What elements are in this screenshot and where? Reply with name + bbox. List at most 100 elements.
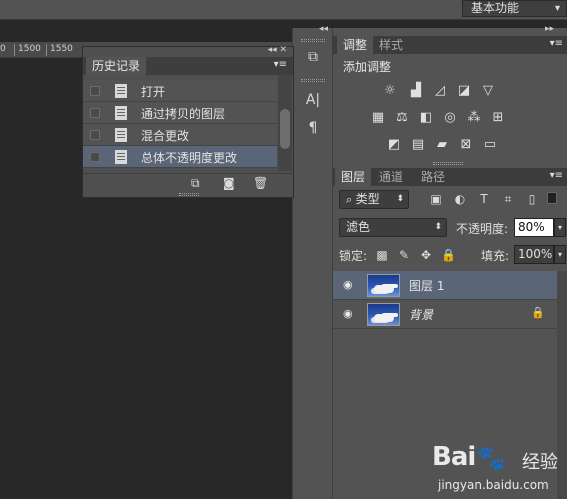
- chevron-icon: ⬍: [396, 194, 404, 204]
- ruler-label: 1500: [18, 44, 41, 54]
- history-panel: ◂◂ ✕ 历史记录 ▾≡ 打开 通过拷贝的图层 混合更改 总体不透明度更改 ⧉ …: [82, 45, 294, 198]
- adjustments-tab-row: 调整 样式 ▾≡: [333, 36, 567, 54]
- trash-icon[interactable]: 🗑: [253, 176, 268, 190]
- history-item[interactable]: 通过拷贝的图层: [83, 102, 277, 124]
- collapse-icon[interactable]: ◂◂: [319, 24, 328, 34]
- shape-filter-icon[interactable]: ⌗: [501, 192, 515, 206]
- fill-dropdown-icon[interactable]: ▾: [554, 245, 566, 264]
- posterize-icon[interactable]: ▤: [409, 137, 427, 153]
- history-footer: ⧉ ◙ 🗑: [83, 173, 293, 191]
- workspace-switcher[interactable]: 基本功能 ▾: [462, 0, 567, 17]
- layer-row[interactable]: ◉ 背景 🔒: [333, 300, 557, 329]
- chevron-down-icon: ▾: [554, 3, 560, 14]
- panel-menu-icon[interactable]: ▾≡: [550, 38, 563, 49]
- ruler-tick: [14, 44, 15, 56]
- snapshot-checkbox[interactable]: [90, 108, 100, 118]
- layer-filter-select[interactable]: ⌕ 类型 ⬍: [339, 190, 409, 209]
- snapshot-checkbox[interactable]: [90, 152, 100, 162]
- levels-icon[interactable]: ▟: [407, 83, 425, 99]
- pixel-filter-icon[interactable]: ▣: [429, 192, 443, 206]
- paragraph-icon[interactable]: ¶: [303, 118, 323, 138]
- layer-thumbnail: [367, 303, 400, 326]
- history-item-label: 通过拷贝的图层: [141, 107, 226, 121]
- selective-color-icon[interactable]: ⊠: [457, 137, 475, 153]
- exposure-icon[interactable]: ◪: [455, 83, 473, 99]
- adjustment-filter-icon[interactable]: ◐: [453, 192, 467, 206]
- blend-mode-select[interactable]: 滤色 ⬍: [339, 218, 447, 237]
- history-item[interactable]: 打开: [83, 80, 277, 102]
- chevron-icon: ⬍: [434, 222, 442, 232]
- curves-icon[interactable]: ◿: [431, 83, 449, 99]
- adjustments-title: 添加调整: [343, 60, 392, 74]
- new-document-from-state-icon[interactable]: ⧉: [191, 176, 200, 191]
- snapshot-checkbox[interactable]: [90, 130, 100, 140]
- grip-handle[interactable]: [433, 162, 463, 165]
- tab-adjustments[interactable]: 调整: [337, 36, 374, 54]
- history-item[interactable]: 混合更改: [83, 124, 277, 146]
- ruler-tick: [46, 44, 47, 56]
- lock-label: 锁定:: [339, 249, 368, 263]
- search-icon: ⌕: [346, 193, 356, 206]
- visibility-eye-icon[interactable]: ◉: [343, 278, 353, 291]
- vibrance-icon[interactable]: ▽: [479, 83, 497, 99]
- history-scrollbar[interactable]: [278, 75, 292, 171]
- layer-comps-icon[interactable]: ⧉: [303, 47, 323, 67]
- invert-icon[interactable]: ◩: [385, 137, 403, 153]
- tab-layers[interactable]: 图层: [335, 168, 372, 186]
- tab-styles[interactable]: 样式: [373, 36, 409, 54]
- character-icon[interactable]: A|: [303, 90, 323, 110]
- document-icon: [115, 84, 127, 98]
- camera-icon[interactable]: ◙: [223, 176, 235, 190]
- lock-move-icon[interactable]: ✥: [419, 248, 433, 262]
- panel-menu-icon[interactable]: ▾≡: [274, 59, 287, 70]
- gradient-map-icon[interactable]: ▭: [481, 137, 499, 153]
- history-item-label: 打开: [141, 85, 166, 99]
- layer-row-selected[interactable]: ◉ 图层 1: [333, 271, 557, 300]
- filter-toggle[interactable]: [547, 192, 557, 204]
- grip-handle[interactable]: [301, 79, 325, 82]
- lock-all-icon[interactable]: 🔒: [441, 248, 456, 262]
- layers-tab-row: 图层 通道 路径 ▾≡: [333, 168, 567, 186]
- collapse-icon[interactable]: ◂◂ ✕: [268, 45, 287, 55]
- color-balance-icon[interactable]: ⚖: [393, 110, 411, 126]
- baidu-jingyan-watermark: Bai 🐾 经验 jingyan.baidu.com: [432, 442, 567, 499]
- opacity-dropdown-icon[interactable]: ▾: [554, 218, 566, 237]
- history-tab-row: 历史记录 ▾≡: [83, 57, 293, 75]
- color-lookup-icon[interactable]: ⊞: [489, 110, 507, 126]
- tab-channels[interactable]: 通道: [373, 168, 409, 186]
- smart-object-filter-icon[interactable]: ▯: [525, 192, 539, 206]
- lock-icon: 🔒: [531, 306, 545, 319]
- blend-mode-value: 滤色: [346, 220, 371, 234]
- workspace-label: 基本功能: [471, 1, 520, 15]
- snapshot-checkbox[interactable]: [90, 86, 100, 96]
- fill-input[interactable]: 100%: [514, 245, 554, 264]
- visibility-eye-icon[interactable]: ◉: [343, 307, 353, 320]
- photo-filter-icon[interactable]: ◎: [441, 110, 459, 126]
- layer-filter-value: 类型: [355, 192, 380, 206]
- opacity-input[interactable]: 80%: [514, 218, 554, 237]
- ruler-label: 1550: [50, 44, 73, 54]
- channel-mixer-icon[interactable]: ⁂: [465, 110, 483, 126]
- threshold-icon[interactable]: ▰: [433, 137, 451, 153]
- history-item-label: 总体不透明度更改: [141, 151, 238, 165]
- collapsed-panel-strip: ◂◂ ⧉ A| ¶: [292, 24, 333, 499]
- brightness-contrast-icon[interactable]: ☼: [381, 83, 399, 99]
- lock-brush-icon[interactable]: ✎: [397, 248, 411, 262]
- history-item-selected[interactable]: 总体不透明度更改: [83, 146, 277, 168]
- lock-transparent-icon[interactable]: ▩: [375, 248, 389, 262]
- ruler-label: 0: [0, 44, 6, 54]
- hue-saturation-icon[interactable]: ▦: [369, 110, 387, 126]
- collapse-icon[interactable]: ▸▸: [545, 24, 554, 34]
- grip-handle[interactable]: [179, 193, 199, 196]
- panel-menu-icon[interactable]: ▾≡: [550, 170, 563, 181]
- tab-history[interactable]: 历史记录: [86, 57, 147, 75]
- document-icon: [115, 128, 127, 142]
- type-filter-icon[interactable]: T: [477, 192, 491, 206]
- watermark-url: jingyan.baidu.com: [438, 478, 549, 492]
- opacity-label: 不透明度:: [456, 222, 509, 236]
- black-white-icon[interactable]: ◧: [417, 110, 435, 126]
- tab-paths[interactable]: 路径: [415, 168, 451, 186]
- grip-handle[interactable]: [301, 39, 325, 42]
- watermark-logo: Bai: [432, 442, 476, 472]
- scroll-thumb[interactable]: [280, 109, 290, 149]
